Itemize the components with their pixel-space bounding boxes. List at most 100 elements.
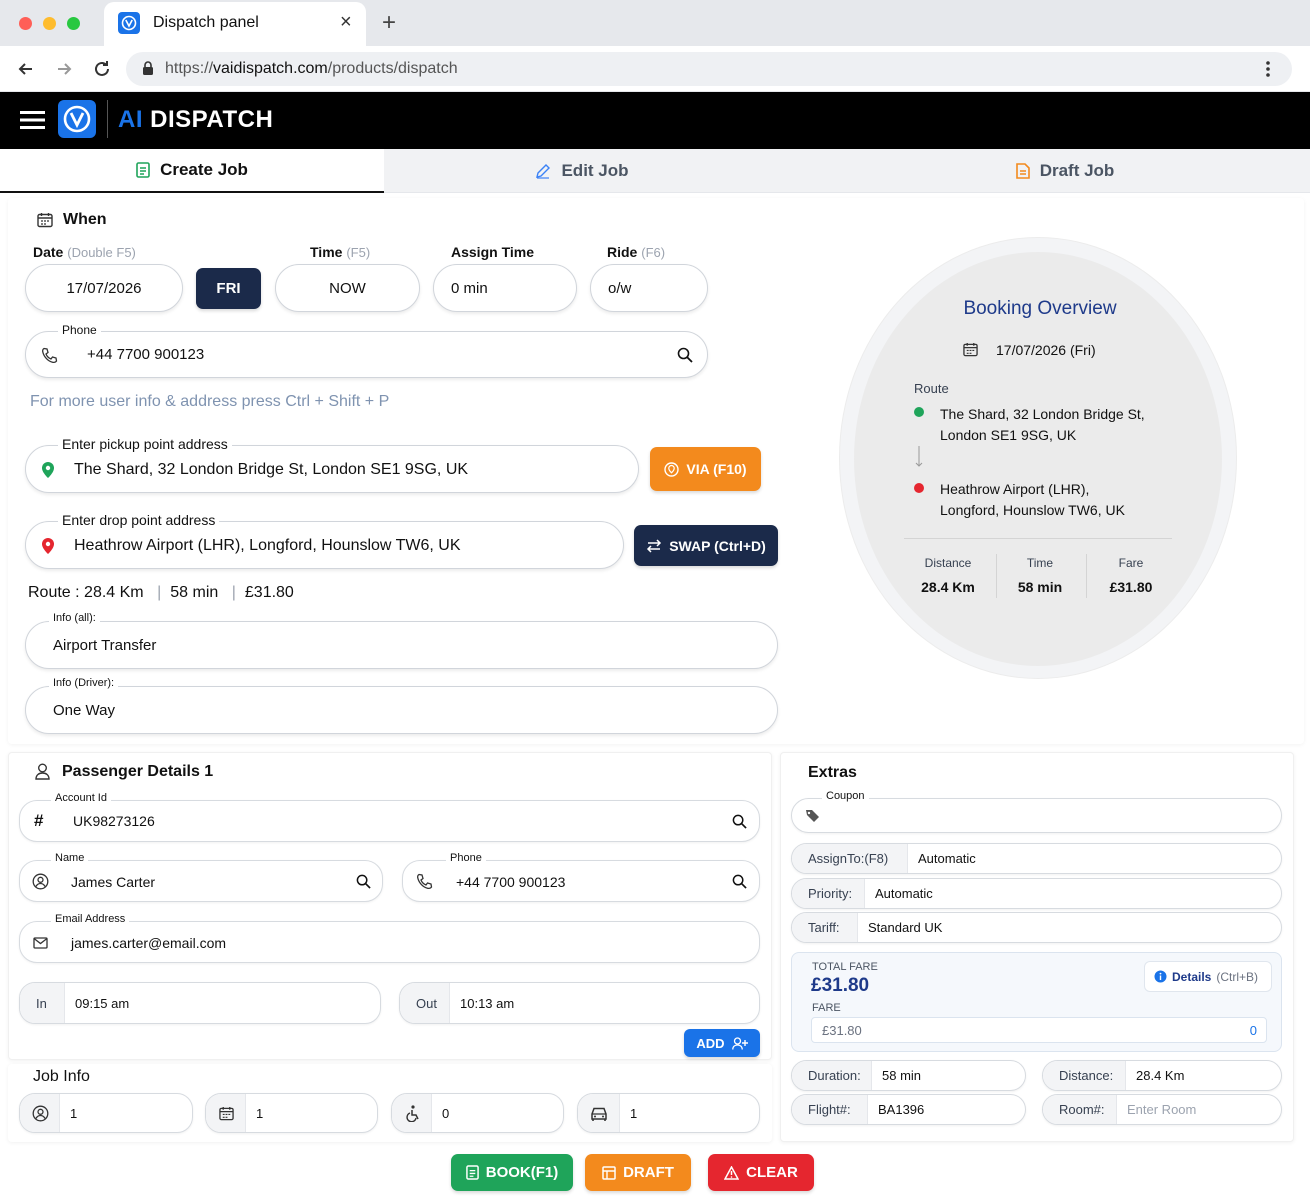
overview-title: Booking Overview (963, 298, 1117, 319)
assign-time-label: Assign Time (451, 244, 534, 260)
tariff-field[interactable]: Tariff: Standard UK (791, 912, 1282, 943)
room-field[interactable]: Room#: Enter Room (1042, 1094, 1282, 1125)
draft-button[interactable]: DRAFT (585, 1154, 691, 1191)
phone-value: +44 7700 900123 (87, 346, 205, 363)
tag-icon (805, 809, 821, 823)
distance-field[interactable]: Distance: 28.4 Km (1042, 1060, 1282, 1091)
url-host: vaidispatch.com (213, 60, 328, 77)
overview-divider (904, 538, 1172, 539)
duration-value: 58 min (882, 1068, 922, 1083)
date-input[interactable]: 17/07/2026 (25, 264, 183, 312)
draft-button-label: DRAFT (623, 1164, 674, 1181)
app-brand: AI DISPATCH (118, 106, 273, 134)
name-field[interactable]: James Carter (19, 860, 383, 902)
route-arrow-icon (914, 446, 924, 468)
assign-time-input[interactable]: 0 min (433, 264, 577, 312)
book-button[interactable]: BOOK(F1) (451, 1154, 573, 1191)
route-summary: Route : 28.4 Km | 58 min | £31.80 (28, 584, 294, 601)
clear-button[interactable]: CLEAR (708, 1154, 814, 1191)
new-tab-icon[interactable]: + (382, 9, 396, 37)
email-label: Email Address (51, 913, 130, 925)
brand-ai: AI (118, 106, 143, 133)
via-button[interactable]: VIA (F10) (650, 447, 761, 491)
coupon-field[interactable] (791, 798, 1282, 833)
swap-arrows-icon (646, 538, 662, 553)
time-hint: (F5) (346, 245, 371, 260)
name-search-icon[interactable] (356, 874, 371, 889)
maximize-window-button[interactable] (67, 17, 80, 30)
hamburger-menu-icon[interactable] (20, 110, 45, 130)
user-icon (35, 763, 50, 780)
duration-field[interactable]: Duration: 58 min (791, 1060, 1026, 1091)
total-fare-value: £31.80 (811, 975, 870, 996)
shortcut-hint: For more user info & address press Ctrl … (30, 393, 390, 410)
passenger-phone-icon (416, 873, 433, 890)
flight-field[interactable]: Flight#: BA1396 (791, 1094, 1026, 1125)
book-document-icon (465, 1165, 479, 1180)
close-tab-icon[interactable]: × (340, 11, 352, 34)
tab-create-job[interactable]: Create Job (0, 149, 384, 193)
tab-draft-job[interactable]: Draft Job (780, 149, 1310, 193)
minimize-window-button[interactable] (43, 17, 56, 30)
priority-field[interactable]: Priority: Automatic (791, 878, 1282, 909)
tariff-label: Tariff: (792, 913, 858, 942)
passenger-count-field[interactable]: 1 (19, 1093, 193, 1133)
brand-dispatch: DISPATCH (150, 106, 274, 133)
passenger-phone-field[interactable]: +44 7700 900123 (402, 860, 760, 902)
reload-icon[interactable] (92, 59, 112, 79)
coupon-label: Coupon (822, 790, 869, 802)
in-time-field[interactable]: In 09:15 am (19, 982, 381, 1024)
fare-extra-value: 0 (1249, 1023, 1257, 1038)
account-search-icon[interactable] (732, 814, 747, 829)
browser-tab[interactable]: Dispatch panel × (104, 2, 366, 46)
phone-field[interactable]: +44 7700 900123 (25, 331, 708, 378)
info-driver-label: Info (Driver): (49, 677, 119, 689)
add-button-label: ADD (696, 1035, 725, 1051)
close-window-button[interactable] (19, 17, 32, 30)
overview-date: 17/07/2026 (Fri) (996, 342, 1096, 358)
duration-label: Duration: (792, 1061, 872, 1090)
warning-icon (724, 1165, 740, 1180)
passenger-phone-search-icon[interactable] (732, 874, 747, 889)
route-fare: £31.80 (244, 584, 294, 601)
wheelchair-count-field[interactable]: 0 (391, 1093, 564, 1133)
add-passenger-button[interactable]: ADD (684, 1029, 760, 1057)
hash-icon: # (34, 811, 44, 830)
account-id-field[interactable]: # UK98273126 (19, 800, 760, 842)
overview-distance: Distance 28.4 Km (921, 556, 975, 595)
url-field[interactable]: https://vaidispatch.com/products/dispatc… (126, 52, 1292, 86)
overview-from: The Shard, 32 London Bridge St, London SE… (940, 406, 1145, 443)
email-field[interactable]: james.carter@email.com (19, 921, 760, 963)
swap-button-label: SWAP (Ctrl+D) (669, 537, 766, 554)
assign-to-field[interactable]: AssignTo:(F8) Automatic (791, 843, 1282, 874)
days-count-field[interactable]: 1 (205, 1093, 378, 1133)
date-label: Date (Double F5) (33, 244, 136, 260)
forward-icon[interactable] (54, 59, 74, 79)
pickup-address-field[interactable]: The Shard, 32 London Bridge St, London S… (25, 445, 639, 493)
tab-edit-job[interactable]: Edit Job (384, 149, 780, 193)
overview-time: Time 58 min (1017, 556, 1063, 595)
fare-input[interactable]: £31.80 0 (811, 1017, 1267, 1043)
tab-create-label: Create Job (160, 160, 248, 179)
passenger-title: Passenger Details 1 (62, 763, 214, 780)
drop-address-field[interactable]: Heathrow Airport (LHR), Longford, Hounsl… (25, 521, 624, 569)
flight-label: Flight#: (792, 1095, 868, 1124)
vehicle-count-field[interactable]: 1 (577, 1093, 760, 1133)
passenger-phone-value: +44 7700 900123 (456, 874, 566, 890)
details-button[interactable]: Details (Ctrl+B) (1144, 961, 1272, 992)
search-icon[interactable] (677, 347, 693, 363)
time-input[interactable]: NOW (275, 264, 420, 312)
day-button[interactable]: FRI (196, 268, 261, 309)
swap-button[interactable]: SWAP (Ctrl+D) (634, 525, 778, 566)
ride-select[interactable]: o/w (590, 264, 708, 312)
browser-menu-icon[interactable] (1266, 60, 1270, 78)
pencil-icon (535, 163, 551, 179)
info-driver-field[interactable]: One Way (25, 686, 778, 734)
tab-draft-label: Draft Job (1039, 161, 1115, 180)
when-title: When (63, 211, 107, 228)
back-icon[interactable] (16, 59, 36, 79)
out-time-field[interactable]: Out 10:13 am (399, 982, 760, 1024)
room-placeholder: Enter Room (1127, 1102, 1197, 1117)
account-id-value: UK98273126 (73, 813, 155, 829)
info-all-field[interactable]: Airport Transfer (25, 621, 778, 669)
